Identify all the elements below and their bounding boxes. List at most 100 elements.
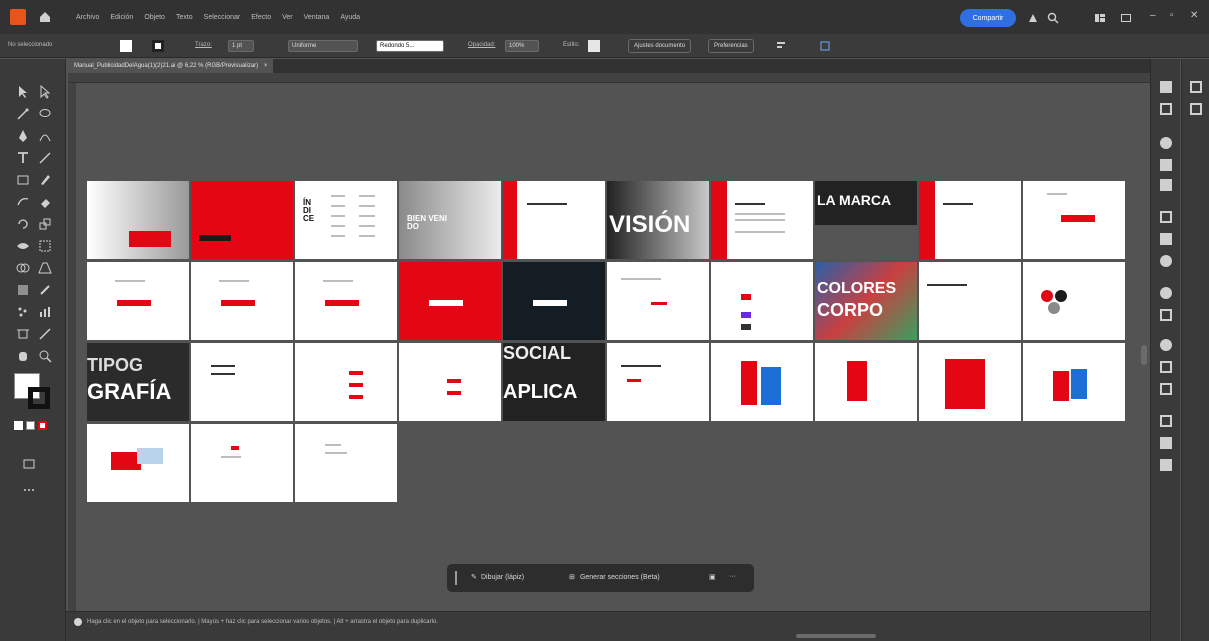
canvas[interactable]: ÍN DI CE BIEN VENI DO VISIÓN LA MARCA CO… — [76, 83, 1140, 611]
pen-tool-icon[interactable] — [16, 129, 30, 143]
artboard-logo[interactable] — [1023, 181, 1125, 259]
artboard-fonts[interactable] — [295, 343, 397, 421]
taskbar-handle[interactable] — [455, 571, 457, 585]
artboard-logo-red[interactable] — [399, 262, 501, 340]
vertical-ruler[interactable] — [68, 83, 76, 613]
brushes-icon[interactable] — [1160, 211, 1172, 223]
artboard-social[interactable]: SOCIAL APLICA — [503, 343, 605, 421]
stroke-color-swatch[interactable] — [28, 387, 50, 409]
transform-panel-icon[interactable] — [1160, 361, 1172, 373]
stroke-swatch[interactable] — [152, 40, 164, 52]
free-transform-tool-icon[interactable] — [38, 239, 52, 253]
symbols-icon[interactable] — [1160, 233, 1172, 245]
stroke-label[interactable]: Trazo: — [195, 42, 212, 48]
menu-efecto[interactable]: Efecto — [251, 14, 271, 21]
share-button[interactable]: Compartir — [960, 9, 1016, 27]
more-tools-icon[interactable] — [22, 483, 36, 497]
artboard-logo-dark[interactable] — [503, 262, 605, 340]
artboard-mockup-3[interactable] — [919, 343, 1021, 421]
generate-sections-button[interactable]: ⊞ Generar secciones (Beta) — [569, 573, 660, 581]
artboard-color-palette[interactable] — [1023, 262, 1125, 340]
links-icon[interactable] — [1160, 459, 1172, 471]
minimize-icon[interactable]: – — [1150, 10, 1156, 21]
menu-ayuda[interactable]: Ayuda — [340, 14, 360, 21]
graph-tool-icon[interactable] — [38, 305, 52, 319]
magic-wand-tool-icon[interactable] — [16, 107, 30, 121]
color-mode-icon[interactable] — [14, 421, 23, 430]
transparency-icon[interactable] — [1160, 339, 1172, 351]
artboard-logo-2[interactable] — [87, 262, 189, 340]
lasso-tool-icon[interactable] — [38, 107, 52, 121]
artboard-la-marca[interactable]: LA MARCA — [815, 181, 917, 259]
stroke-profile-select[interactable]: Uniforme — [288, 40, 358, 52]
artboard-vision[interactable]: VISIÓN — [607, 181, 709, 259]
line-tool-icon[interactable] — [38, 151, 52, 165]
close-icon[interactable]: ✕ — [1190, 10, 1198, 21]
fill-swatch[interactable] — [120, 40, 132, 52]
menu-seleccionar[interactable]: Seleccionar — [204, 14, 241, 21]
preferences-button[interactable]: Preferencias — [708, 39, 754, 53]
rectangle-tool-icon[interactable] — [16, 173, 30, 187]
character-icon[interactable] — [1190, 81, 1202, 93]
artboard-cover[interactable] — [87, 181, 189, 259]
appearance-icon[interactable] — [1160, 287, 1172, 299]
artboard-mockup-1[interactable] — [711, 343, 813, 421]
libraries-icon[interactable] — [1160, 137, 1172, 149]
menu-ver[interactable]: Ver — [282, 14, 293, 21]
home-icon[interactable] — [38, 10, 52, 24]
menu-edicion[interactable]: Edición — [110, 14, 133, 21]
asset-export-icon[interactable] — [1160, 437, 1172, 449]
artboard-fonts-2[interactable] — [399, 343, 501, 421]
artboard-section[interactable] — [503, 181, 605, 259]
brush-select[interactable]: Redondo 5... — [376, 40, 444, 52]
swatches-icon[interactable] — [1160, 179, 1172, 191]
properties-icon[interactable] — [1160, 81, 1172, 93]
eraser-tool-icon[interactable] — [38, 195, 52, 209]
close-tab-icon[interactable]: × — [264, 63, 268, 69]
layers-icon[interactable] — [1160, 103, 1172, 115]
direct-selection-tool-icon[interactable] — [38, 85, 52, 99]
selection-tool-icon[interactable] — [16, 85, 30, 99]
graphic-styles-icon[interactable] — [1160, 255, 1172, 267]
taskbar-more-button[interactable]: ··· — [729, 573, 736, 580]
search-icon[interactable] — [1047, 11, 1059, 24]
panel-toggle-icon[interactable] — [1120, 11, 1132, 23]
symbol-sprayer-tool-icon[interactable] — [16, 305, 30, 319]
draw-pencil-button[interactable]: ✎ Dibujar (lápiz) — [471, 573, 524, 581]
eyedropper-tool-icon[interactable] — [38, 283, 52, 297]
artboard-stationery-1[interactable] — [191, 424, 293, 502]
artboard-logo-usage[interactable] — [607, 262, 709, 340]
vertical-scrollbar[interactable] — [1141, 345, 1147, 365]
artboard-logo-variants[interactable] — [711, 262, 813, 340]
artboard-aplicaciones[interactable] — [607, 343, 709, 421]
rotate-tool-icon[interactable] — [16, 217, 30, 231]
shaper-tool-icon[interactable] — [16, 195, 30, 209]
artboard-tool-icon[interactable] — [16, 327, 30, 341]
artboard-bienvenido[interactable]: BIEN VENI DO — [399, 181, 501, 259]
horizontal-ruler[interactable] — [68, 73, 1150, 83]
stroke-weight-field[interactable]: 1 pt — [228, 40, 254, 52]
artboard-red-cover[interactable] — [191, 181, 293, 259]
menu-archivo[interactable]: Archivo — [76, 14, 99, 21]
menu-objeto[interactable]: Objeto — [144, 14, 165, 21]
zoom-tool-icon[interactable] — [38, 349, 52, 363]
align-panel-icon[interactable] — [1160, 309, 1172, 321]
workspace-icon[interactable] — [1094, 11, 1106, 23]
artboard-stationery-2[interactable] — [295, 424, 397, 502]
horizontal-scrollbar[interactable] — [796, 634, 876, 638]
hand-tool-icon[interactable] — [16, 349, 30, 363]
artboard-logo-4[interactable] — [295, 262, 397, 340]
artboard-tipografia-text[interactable] — [191, 343, 293, 421]
gradient-mode-icon[interactable] — [26, 421, 35, 430]
artboard-colores[interactable]: COLORES CORPO — [815, 262, 917, 340]
align-icon[interactable] — [776, 41, 786, 51]
perspective-grid-tool-icon[interactable] — [38, 261, 52, 275]
artboard-la-marca-text[interactable] — [919, 181, 1021, 259]
maximize-icon[interactable]: ▫ — [1170, 10, 1174, 21]
artboard-indice[interactable]: ÍN DI CE — [295, 181, 397, 259]
document-tab[interactable]: Manual_PublicidadDelAgua(1)(2)21.ai @ 6,… — [68, 59, 274, 73]
pathfinder-icon[interactable] — [1160, 383, 1172, 395]
arrange-icon[interactable] — [1027, 11, 1039, 23]
type-tool-icon[interactable] — [16, 151, 30, 165]
paintbrush-tool-icon[interactable] — [38, 173, 52, 187]
